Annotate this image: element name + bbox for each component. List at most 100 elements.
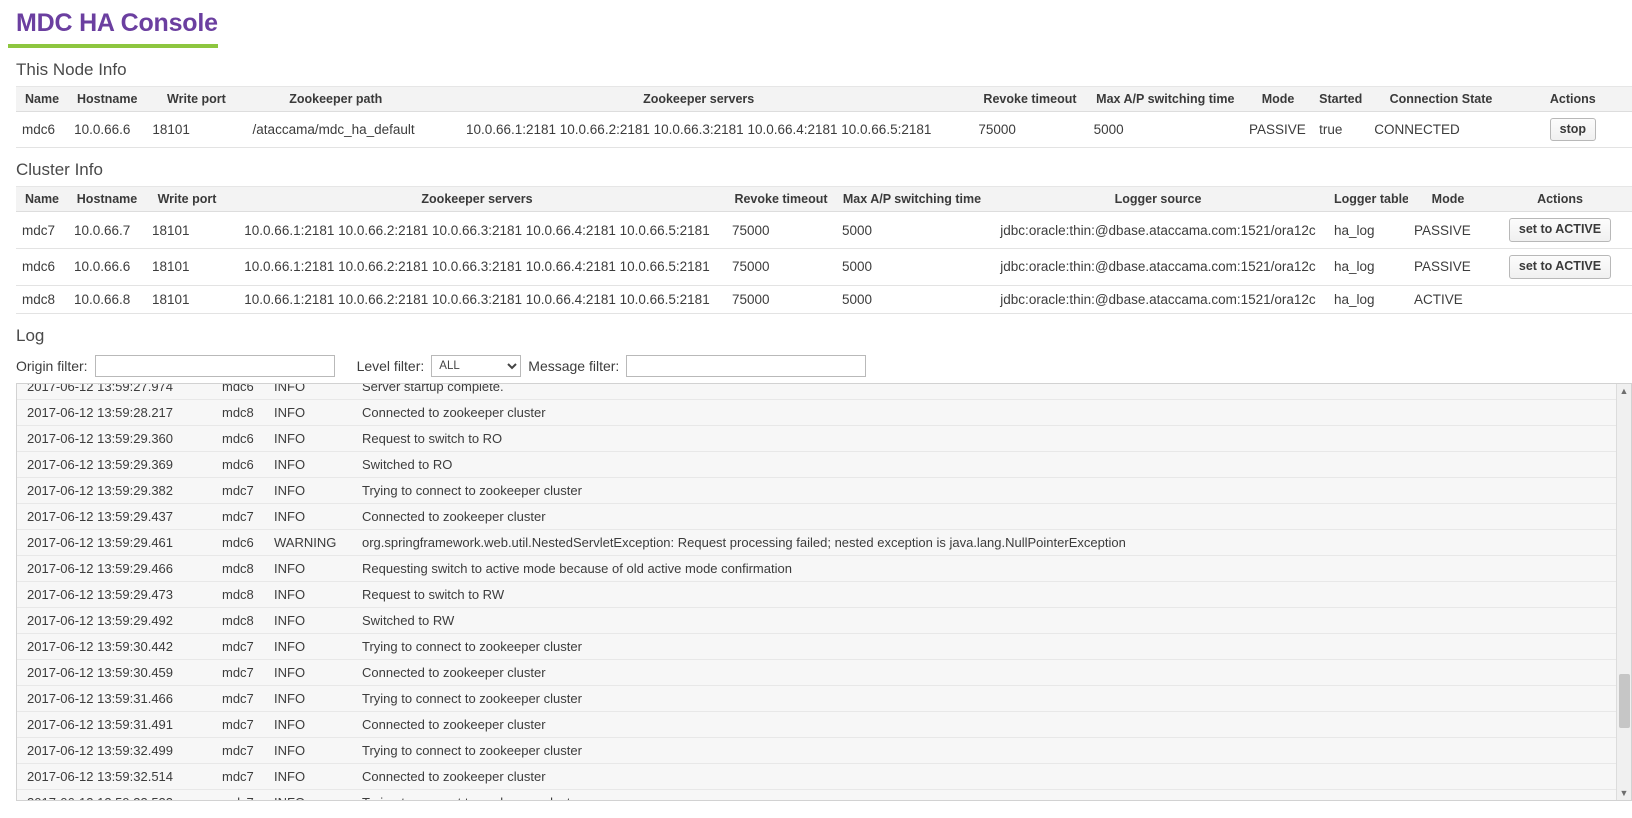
column-header-actions: Actions [1488, 186, 1632, 213]
log-timestamp: 2017-06-12 13:59:29.461 [17, 529, 222, 556]
cell-write-port: 18101 [146, 211, 228, 249]
cell-name: mdc7 [16, 211, 68, 249]
log-timestamp: 2017-06-12 13:59:32.499 [17, 737, 222, 764]
level-filter-select[interactable]: ALL [431, 354, 522, 377]
log-origin: mdc7 [222, 477, 274, 504]
origin-filter-label: Origin filter: [16, 357, 88, 374]
log-level: INFO [274, 633, 362, 660]
column-header-logger-table: Logger table [1328, 186, 1408, 213]
table-row: mdc6 10.0.66.6 18101 /ataccama/mdc_ha_de… [16, 111, 1632, 149]
message-filter-input[interactable] [626, 354, 867, 377]
set-to-active-button[interactable]: set to ACTIVE [1508, 255, 1612, 279]
log-level: INFO [274, 383, 362, 400]
log-origin: mdc7 [222, 659, 274, 686]
log-origin: mdc7 [222, 633, 274, 660]
column-header-hostname: Hostname [68, 186, 146, 213]
column-header-connection-state: Connection State [1368, 85, 1514, 112]
column-header-zookeeper-servers: Zookeeper servers [228, 186, 726, 213]
cell-mode: PASSIVE [1408, 248, 1488, 286]
scrollbar-thumb[interactable] [1619, 673, 1630, 728]
log-level: INFO [274, 763, 362, 790]
set-to-active-button[interactable]: set to ACTIVE [1508, 218, 1612, 242]
log-message: Switched to RW [362, 607, 1616, 634]
section-title-this-node-info: This Node Info [16, 59, 127, 79]
log-row: 2017-06-12 13:59:29.473 mdc8 INFO Reques… [17, 581, 1616, 608]
origin-filter-input[interactable] [94, 354, 335, 377]
cell-revoke-timeout: 75000 [972, 111, 1088, 149]
cell-revoke-timeout: 75000 [726, 248, 836, 286]
cell-hostname: 10.0.66.7 [68, 211, 146, 249]
cell-zookeeper-servers: 10.0.66.1:2181 10.0.66.2:2181 10.0.66.3:… [424, 111, 973, 149]
log-timestamp: 2017-06-12 13:59:29.382 [17, 477, 222, 504]
log-scroll-viewport: 2017-06-12 13:59:27.974 mdc6 INFO Server… [17, 383, 1616, 800]
message-filter-label: Message filter: [528, 357, 620, 374]
log-message: Request to switch to RO [362, 425, 1616, 452]
log-origin: mdc7 [222, 737, 274, 764]
column-header-hostname: Hostname [68, 85, 147, 112]
log-message: Connected to zookeeper cluster [362, 503, 1616, 530]
scroll-up-arrow-icon[interactable]: ▲ [1617, 383, 1631, 398]
scroll-down-arrow-icon[interactable]: ▼ [1617, 785, 1631, 800]
cell-logger-source: jdbc:oracle:thin:@dbase.ataccama.com:152… [988, 211, 1328, 249]
log-row: 2017-06-12 13:59:32.499 mdc7 INFO Trying… [17, 737, 1616, 764]
log-origin: mdc8 [222, 607, 274, 634]
log-origin: mdc8 [222, 581, 274, 608]
log-origin: mdc8 [222, 555, 274, 582]
log-message: Trying to connect to zookeeper cluster [362, 477, 1616, 504]
log-row: 2017-06-12 13:59:29.461 mdc6 WARNING org… [17, 529, 1616, 556]
cell-actions: stop [1513, 111, 1632, 149]
log-origin: mdc7 [222, 685, 274, 712]
log-message: Trying to connect to zookeeper cluster [362, 789, 1616, 800]
log-timestamp: 2017-06-12 13:59:27.974 [17, 383, 222, 400]
cell-mode: PASSIVE [1242, 111, 1314, 149]
cell-mode: PASSIVE [1408, 211, 1488, 249]
log-level: INFO [274, 607, 362, 634]
column-header-write-port: Write port [146, 186, 228, 213]
log-row: 2017-06-12 13:59:27.974 mdc6 INFO Server… [17, 383, 1616, 400]
log-level: INFO [274, 477, 362, 504]
log-message: Request to switch to RW [362, 581, 1616, 608]
log-message: Connected to zookeeper cluster [362, 763, 1616, 790]
table-header-row: Name Hostname Write port Zookeeper serve… [16, 186, 1632, 213]
table-row: mdc8 10.0.66.8 18101 10.0.66.1:2181 10.0… [16, 285, 1632, 314]
column-header-max-ap-switching-time: Max A/P switching time [836, 186, 988, 213]
log-level: INFO [274, 581, 362, 608]
log-message: Trying to connect to zookeeper cluster [362, 633, 1616, 660]
log-origin: mdc7 [222, 711, 274, 738]
log-message: Trying to connect to zookeeper cluster [362, 685, 1616, 712]
cell-max-ap-switching-time: 5000 [836, 211, 988, 249]
log-level: WARNING [274, 529, 362, 556]
cell-name: mdc6 [16, 248, 68, 286]
column-header-logger-source: Logger source [988, 186, 1328, 213]
log-timestamp: 2017-06-12 13:59:33.522 [17, 789, 222, 800]
log-timestamp: 2017-06-12 13:59:29.492 [17, 607, 222, 634]
column-header-revoke-timeout: Revoke timeout [726, 186, 836, 213]
log-scrollbar[interactable]: ▲ ▼ [1616, 383, 1631, 800]
log-table: 2017-06-12 13:59:27.974 mdc6 INFO Server… [17, 383, 1616, 800]
log-origin: mdc7 [222, 789, 274, 800]
cell-zookeeper-servers: 10.0.66.1:2181 10.0.66.2:2181 10.0.66.3:… [228, 285, 726, 314]
log-level: INFO [274, 555, 362, 582]
column-header-zookeeper-servers: Zookeeper servers [424, 85, 973, 112]
cell-actions: set to ACTIVE [1488, 211, 1632, 249]
log-origin: mdc6 [222, 425, 274, 452]
column-header-name: Name [16, 186, 68, 213]
log-level: INFO [274, 503, 362, 530]
log-level: INFO [274, 789, 362, 800]
log-message: Server startup complete. [362, 383, 1616, 400]
page-title: MDC HA Console [8, 0, 218, 48]
log-row: 2017-06-12 13:59:29.382 mdc7 INFO Trying… [17, 477, 1616, 504]
log-timestamp: 2017-06-12 13:59:31.466 [17, 685, 222, 712]
cell-write-port: 18101 [146, 248, 228, 286]
log-row: 2017-06-12 13:59:29.466 mdc8 INFO Reques… [17, 555, 1616, 582]
log-level: INFO [274, 685, 362, 712]
cell-mode: ACTIVE [1408, 285, 1488, 314]
column-header-write-port: Write port [146, 85, 247, 112]
log-message: Trying to connect to zookeeper cluster [362, 737, 1616, 764]
cell-logger-table: ha_log [1328, 248, 1408, 286]
cell-revoke-timeout: 75000 [726, 211, 836, 249]
log-row: 2017-06-12 13:59:30.442 mdc7 INFO Trying… [17, 633, 1616, 660]
stop-button[interactable]: stop [1549, 117, 1597, 142]
table-row: mdc6 10.0.66.6 18101 10.0.66.1:2181 10.0… [16, 248, 1632, 286]
cell-hostname: 10.0.66.6 [68, 111, 147, 149]
